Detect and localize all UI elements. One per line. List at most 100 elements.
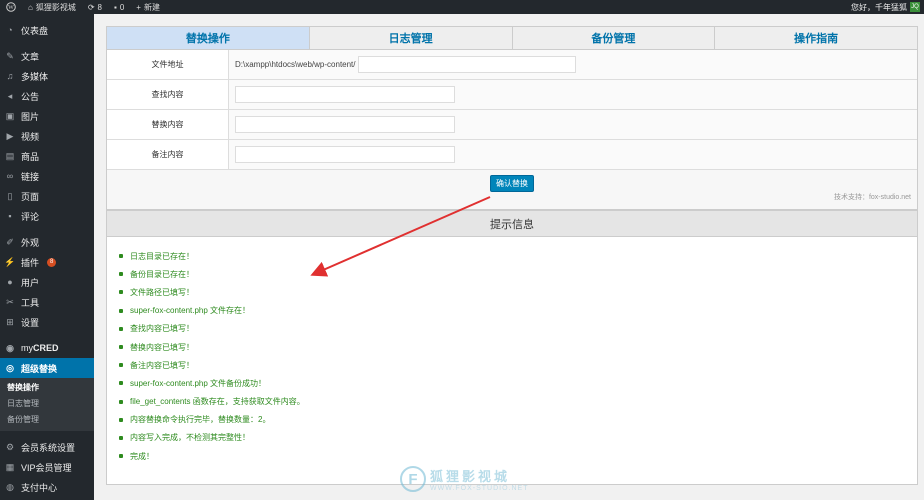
sidebar-item-announcements[interactable]: ◂ 公告 bbox=[0, 86, 94, 106]
confirm-replace-button[interactable]: 确认替换 bbox=[490, 175, 534, 192]
tab-bar: 替换操作 日志管理 备份管理 操作指南 bbox=[106, 26, 918, 50]
note-label: 备注内容 bbox=[107, 140, 229, 169]
file-path-label: 文件地址 bbox=[107, 50, 229, 79]
hint-item: 完成！ bbox=[107, 447, 917, 465]
gear-icon: ⚙ bbox=[5, 441, 15, 452]
admin-bar: W ⌂ 狐狸影视城 ⟳ 8 ▪ 0 + 新建 您好，千年猛狐 JQ bbox=[0, 0, 924, 14]
sidebar-item-posts[interactable]: ✎ 文章 bbox=[0, 46, 94, 66]
sidebar-item-label: 工具 bbox=[21, 297, 40, 308]
page-icon: ▯ bbox=[7, 190, 13, 201]
sidebar-item-users[interactable]: ● 用户 bbox=[0, 272, 94, 292]
find-input[interactable] bbox=[235, 86, 455, 103]
submenu-item-replace[interactable]: 替换操作 bbox=[0, 380, 94, 396]
hint-text: 替换内容已填写！ bbox=[130, 342, 194, 352]
plugin-icon: ⚡ bbox=[4, 256, 16, 267]
sidebar-item-products[interactable]: ▤ 商品 bbox=[0, 146, 94, 166]
sidebar-item-settings[interactable]: ⊞ 设置 bbox=[0, 312, 94, 332]
sidebar-item-vip[interactable]: ▦ VIP会员管理 bbox=[0, 457, 94, 477]
settings-icon: ⊞ bbox=[6, 316, 14, 327]
tab-backups[interactable]: 备份管理 bbox=[513, 27, 716, 49]
tab-logs[interactable]: 日志管理 bbox=[310, 27, 513, 49]
submenu-item-backups[interactable]: 备份管理 bbox=[0, 412, 94, 428]
plus-icon: + bbox=[136, 2, 141, 12]
sidebar-item-images[interactable]: ▣ 图片 bbox=[0, 106, 94, 126]
hint-item: 日志目录已存在！ bbox=[107, 247, 917, 265]
sidebar-item-label: 视频 bbox=[21, 131, 40, 142]
sidebar-item-label: 多媒体 bbox=[21, 71, 49, 82]
sidebar-item-label: 设置 bbox=[21, 317, 40, 328]
sidebar-item-media[interactable]: ♫ 多媒体 bbox=[0, 66, 94, 86]
sidebar-item-label: 插件 bbox=[21, 257, 40, 268]
eye-icon: ◎ bbox=[6, 362, 14, 373]
submit-row: 确认替换 技术支持：fox-studio.net bbox=[107, 170, 917, 210]
sidebar-item-payment[interactable]: ◍ 支付中心 bbox=[0, 477, 94, 497]
pin-icon: ✎ bbox=[6, 50, 14, 61]
home-icon: ⌂ bbox=[28, 2, 33, 12]
admin-sidebar: ◔ 仪表盘 ✎ 文章 ♫ 多媒体 ◂ 公告 ▣ 图片 ▶ 视频 ▤ 商品 ∞ 链接 ▯ 页面 ▪ 评… bbox=[0, 14, 94, 500]
sidebar-item-label: 公告 bbox=[21, 91, 40, 102]
account-menu[interactable]: 您好，千年猛狐 JQ bbox=[851, 2, 924, 13]
watermark-logo: F 狐狸影视城 WWW.FOX-STUDIO.NET bbox=[400, 466, 529, 492]
hint-item: 备份目录已存在！ bbox=[107, 265, 917, 283]
plugins-update-badge: 8 bbox=[47, 257, 57, 267]
watermark-name: 狐狸影视城 bbox=[430, 469, 511, 484]
file-path-row: 文件地址 D:\xampp\htdocs\web/wp-content/ bbox=[107, 50, 917, 80]
find-row: 查找内容 bbox=[107, 80, 917, 110]
hint-text: 日志目录已存在！ bbox=[130, 251, 194, 261]
sidebar-item-label: 页面 bbox=[21, 191, 40, 202]
hint-text: file_get_contents 函数存在，支持获取文件内容。 bbox=[130, 397, 305, 407]
submenu-item-logs[interactable]: 日志管理 bbox=[0, 396, 94, 412]
sidebar-item-links[interactable]: ∞ 链接 bbox=[0, 166, 94, 186]
sidebar-item-plugins[interactable]: ⚡ 插件 8 bbox=[0, 252, 94, 272]
mycred-suffix: CRED bbox=[33, 343, 59, 353]
sidebar-item-comments[interactable]: ▪ 评论 bbox=[0, 206, 94, 226]
sidebar-item-label: 外观 bbox=[21, 237, 40, 248]
sidebar-item-dashboard[interactable]: ◔ 仪表盘 bbox=[0, 20, 94, 40]
sidebar-item-mycred[interactable]: ◉ myCRED bbox=[0, 338, 94, 358]
hint-item: 文件路径已填写！ bbox=[107, 283, 917, 301]
hint-item: 替换内容已填写！ bbox=[107, 338, 917, 356]
hint-text: super-fox-content.php 文件备份成功！ bbox=[130, 378, 267, 388]
hint-item: 内容写入完成，不检测其完整性！ bbox=[107, 429, 917, 447]
media-icon: ♫ bbox=[6, 71, 14, 81]
sidebar-item-label: 商品 bbox=[21, 151, 40, 162]
sidebar-item-label: VIP会员管理 bbox=[21, 462, 72, 473]
sidebar-item-super-replace[interactable]: ◎ 超级替换 bbox=[0, 358, 94, 378]
wrench-icon: ✂ bbox=[6, 296, 14, 307]
sidebar-item-tools[interactable]: ✂ 工具 bbox=[0, 292, 94, 312]
comments-link[interactable]: ▪ 0 bbox=[108, 0, 130, 14]
note-input[interactable] bbox=[235, 146, 455, 163]
sidebar-item-member-settings[interactable]: ⚙ 会员系统设置 bbox=[0, 437, 94, 457]
sidebar-item-appearance[interactable]: ✐ 外观 bbox=[0, 232, 94, 252]
refresh-icon: ⟳ bbox=[87, 2, 95, 12]
home-link[interactable]: ⌂ 狐狸影视城 bbox=[22, 0, 82, 14]
hint-item: 查找内容已填写！ bbox=[107, 320, 917, 338]
new-content-link[interactable]: + 新建 bbox=[130, 0, 166, 14]
watermark-letter: F bbox=[400, 466, 426, 492]
sidebar-item-pages[interactable]: ▯ 页面 bbox=[0, 186, 94, 206]
tab-replace[interactable]: 替换操作 bbox=[107, 27, 310, 49]
sidebar-item-label: 链接 bbox=[21, 171, 40, 182]
hint-text: 文件路径已填写！ bbox=[130, 287, 194, 297]
file-path-input[interactable] bbox=[357, 56, 576, 73]
megaphone-icon: ◂ bbox=[7, 90, 13, 101]
site-name: 狐狸影视城 bbox=[35, 2, 76, 12]
sidebar-item-label: 用户 bbox=[21, 277, 40, 288]
tab-guide[interactable]: 操作指南 bbox=[715, 27, 917, 49]
hint-item: 内容替换命令执行完毕，替换数量：2。 bbox=[107, 411, 917, 429]
hint-item: super-fox-content.php 文件备份成功！ bbox=[107, 374, 917, 392]
sidebar-item-label: 图片 bbox=[21, 111, 40, 122]
updates-link[interactable]: ⟳ 8 bbox=[82, 0, 108, 14]
sidebar-item-videos[interactable]: ▶ 视频 bbox=[0, 126, 94, 146]
bullet-icon bbox=[119, 435, 123, 440]
hint-item: 备注内容已填写！ bbox=[107, 356, 917, 374]
wordpress-logo-icon[interactable]: W bbox=[0, 0, 22, 14]
replace-input[interactable] bbox=[235, 116, 455, 133]
video-icon: ▶ bbox=[6, 130, 14, 141]
replace-row: 替换内容 bbox=[107, 110, 917, 140]
hint-item: file_get_contents 函数存在，支持获取文件内容。 bbox=[107, 393, 917, 411]
bullet-icon bbox=[119, 363, 123, 368]
hint-text: 完成！ bbox=[130, 451, 154, 461]
bullet-icon bbox=[119, 345, 123, 350]
dashboard-icon: ◔ bbox=[7, 25, 13, 35]
